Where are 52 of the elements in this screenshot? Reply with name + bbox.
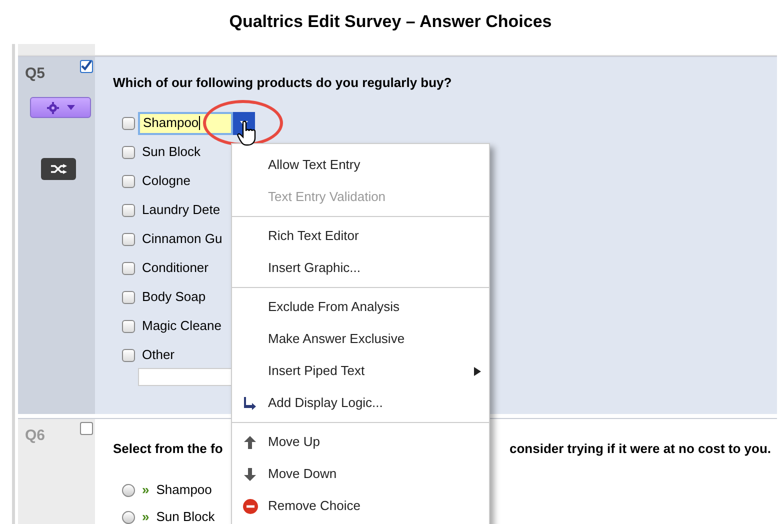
choice-label: Laundry Dete bbox=[142, 201, 220, 220]
menu-item[interactable]: Move Down bbox=[232, 458, 489, 490]
check-icon bbox=[81, 61, 92, 72]
menu-item[interactable]: Add Display Logic... bbox=[232, 387, 489, 419]
choice-label: Sun Block bbox=[142, 143, 201, 162]
page-title: Qualtrics Edit Survey – Answer Choices bbox=[229, 11, 552, 34]
question-text: Which of our following products do you regularly buy? bbox=[113, 74, 452, 92]
checkbox[interactable] bbox=[122, 262, 135, 274]
checkbox[interactable] bbox=[122, 204, 135, 216]
choice-label: Conditioner bbox=[142, 259, 208, 278]
checkbox[interactable] bbox=[122, 146, 135, 158]
select-checkbox[interactable] bbox=[80, 60, 93, 73]
menu-item[interactable]: Rich Text Editor bbox=[232, 220, 489, 252]
choice-input-field[interactable]: Shampoo bbox=[138, 112, 233, 134]
menu-item[interactable]: Make Answer Exclusive bbox=[232, 323, 489, 355]
choice-label: Sun Block bbox=[156, 508, 215, 524]
remove-icon bbox=[242, 498, 258, 514]
gear-icon bbox=[46, 102, 58, 114]
down-arrow-icon bbox=[244, 468, 256, 480]
checkbox[interactable] bbox=[122, 174, 135, 188]
choice-label: Shampoo bbox=[156, 481, 212, 500]
shuffle-icon bbox=[50, 164, 66, 174]
randomize-button[interactable] bbox=[41, 158, 76, 180]
menu-item[interactable]: Remove Choice bbox=[232, 490, 489, 522]
menu-item[interactable]: Insert Graphic... bbox=[232, 252, 489, 284]
checkbox[interactable] bbox=[122, 320, 135, 332]
radio-button[interactable] bbox=[122, 510, 135, 524]
question-text: Select from the fo bbox=[113, 440, 223, 458]
radio-button[interactable] bbox=[122, 484, 135, 496]
menu-item[interactable]: Allow Text Entry bbox=[232, 149, 489, 181]
choice-marker: » bbox=[142, 481, 150, 500]
gear-menu-button[interactable] bbox=[30, 97, 91, 118]
turn-arrow-icon bbox=[243, 396, 257, 410]
menu-item[interactable]: Move Up bbox=[232, 426, 489, 458]
question-number: Q5 bbox=[25, 64, 46, 84]
checkbox[interactable] bbox=[122, 232, 135, 246]
menu-item[interactable]: Insert Piped Text bbox=[232, 355, 489, 387]
choice-label: Magic Cleane bbox=[142, 317, 222, 336]
checkbox[interactable] bbox=[122, 290, 135, 304]
question-number: Q6 bbox=[25, 426, 46, 446]
up-arrow-icon bbox=[244, 436, 256, 448]
menu-item[interactable]: Exclude From Analysis bbox=[232, 291, 489, 323]
choice-label: Other bbox=[142, 346, 175, 364]
checkbox[interactable] bbox=[122, 348, 135, 362]
checkbox[interactable] bbox=[122, 116, 135, 130]
choice-label: Cinnamon Gu bbox=[142, 230, 222, 248]
question-text: consider trying if it were at no cost to you. bbox=[510, 440, 771, 458]
choice-label: Cologne bbox=[142, 172, 190, 190]
caret-icon bbox=[66, 105, 74, 110]
select-checkbox[interactable] bbox=[80, 422, 93, 435]
choice-marker: » bbox=[142, 508, 150, 524]
choice-label: Body Soap bbox=[142, 288, 206, 306]
